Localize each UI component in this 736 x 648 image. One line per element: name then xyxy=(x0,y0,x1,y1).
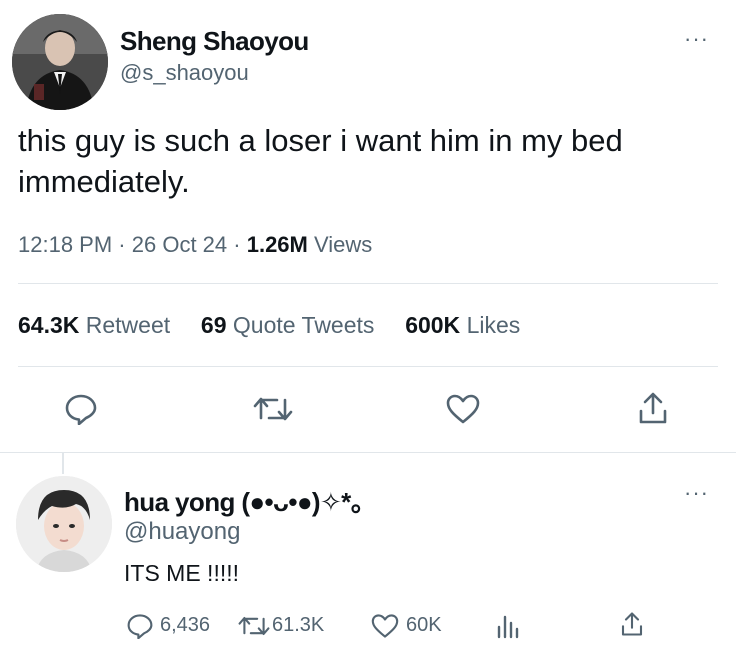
likes-stat[interactable]: 600K Likes xyxy=(405,312,520,338)
tweet-meta: 12:18 PM · 26 Oct 24 · 1.26M Views xyxy=(18,232,372,258)
likes-count: 600K xyxy=(405,312,461,338)
author-name[interactable]: Sheng Shaoyou xyxy=(120,26,309,57)
reply-icon[interactable] xyxy=(126,613,154,639)
views-label: Views xyxy=(314,232,373,257)
share-icon[interactable] xyxy=(620,611,644,637)
reply-icon[interactable] xyxy=(64,393,98,425)
tweet-stats: 64.3K Retweet 69 Quote Tweets 600K Likes xyxy=(18,312,520,339)
like-icon[interactable] xyxy=(445,393,481,425)
retweet-count: 64.3K xyxy=(18,312,80,338)
views-count: 1.26M xyxy=(246,232,308,257)
reply-more-options-button[interactable]: ··· xyxy=(684,480,709,506)
like-count: 60K xyxy=(406,614,442,636)
meta-separator: · xyxy=(118,232,132,257)
reply-text: ITS ME !!!!! xyxy=(124,560,240,586)
divider xyxy=(18,283,718,284)
quote-label: Quote Tweets xyxy=(232,312,375,338)
likes-label: Likes xyxy=(466,312,521,338)
quote-count: 69 xyxy=(200,312,227,338)
tweet-text: this guy is such a loser i want him in m… xyxy=(18,123,623,199)
reply-count: 6,436 xyxy=(160,614,211,636)
retweet-label: Retweet xyxy=(85,312,171,338)
retweet-stat[interactable]: 64.3K Retweet xyxy=(18,312,170,338)
thread-line xyxy=(62,452,64,474)
divider xyxy=(0,452,736,453)
quote-stat[interactable]: 69 Quote Tweets xyxy=(201,312,374,338)
share-icon[interactable] xyxy=(637,391,669,425)
retweet-icon[interactable] xyxy=(238,614,270,638)
retweet-count: 61.3K xyxy=(272,614,325,636)
author-avatar[interactable] xyxy=(12,14,108,110)
tweet-time[interactable]: 12:18 PM xyxy=(18,232,112,257)
meta-separator: · xyxy=(233,232,247,257)
divider xyxy=(18,366,718,367)
more-options-button[interactable]: ··· xyxy=(684,26,709,52)
like-icon[interactable] xyxy=(370,613,400,639)
retweet-icon[interactable] xyxy=(253,394,293,424)
author-handle[interactable]: @s_shaoyou xyxy=(120,60,249,86)
reply-author-name[interactable]: hua yong (●•ᴗ•●)✧*。 xyxy=(124,482,377,519)
reply-author-avatar[interactable] xyxy=(16,476,112,572)
reply-author-handle[interactable]: @huayong xyxy=(124,518,240,546)
analytics-icon[interactable] xyxy=(496,613,520,639)
tweet-date[interactable]: 26 Oct 24 xyxy=(132,232,227,257)
